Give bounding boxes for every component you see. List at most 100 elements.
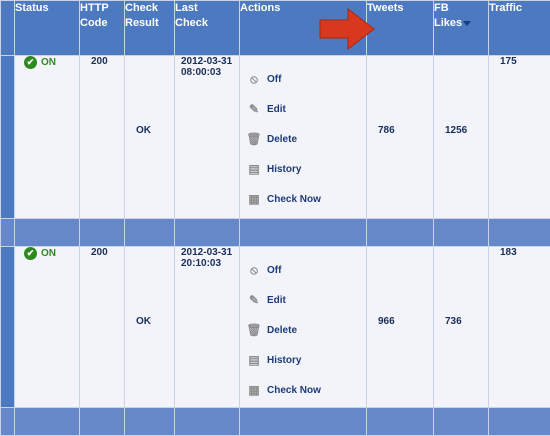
traffic-value: 175 — [500, 56, 517, 67]
header-actions-label: Actions — [240, 2, 280, 14]
header-http-code[interactable]: HTTPCode — [80, 1, 125, 56]
actions-cell: ⦸ Off ✎ Edit 🗑 Delete ▤History ▦Check Now — [240, 247, 367, 408]
check-now-label: Check Now — [267, 194, 321, 205]
header-fb-likes-line2: Likes — [434, 17, 462, 29]
tweets-cell: 786 — [367, 56, 434, 219]
header-edge — [1, 1, 15, 56]
separator-cell — [489, 408, 550, 436]
header-traffic[interactable]: Traffic — [489, 1, 550, 56]
separator-cell — [175, 219, 240, 247]
http-code-value: 200 — [91, 56, 108, 67]
history-label: History — [267, 164, 301, 175]
table-row: ✔ON 200 OK 2012-03-3120:10:03 ⦸ Off ✎ Edit… — [1, 247, 550, 408]
separator-cell — [1, 219, 15, 247]
status-cell: ✔ON — [15, 247, 80, 408]
last-check-time: 20:10:03 — [181, 258, 221, 269]
http-code-value: 200 — [91, 247, 108, 258]
check-now-action[interactable]: ▦ Check Now — [247, 184, 366, 214]
fb-likes-value: 1256 — [434, 56, 488, 136]
tweets-value: 966 — [367, 247, 433, 327]
disable-icon: ⦸ — [247, 72, 261, 86]
status-label: ON — [41, 57, 56, 68]
history-label: History — [267, 355, 301, 366]
check-result-value: OK — [136, 316, 151, 327]
last-check-time: 08:00:03 — [181, 67, 221, 78]
history-action[interactable]: ▤ History — [247, 154, 366, 184]
pencil-icon: ✎ — [247, 102, 261, 116]
disable-icon: ⦸ — [247, 263, 261, 277]
header-check-result-line2: Result — [125, 16, 174, 31]
separator-cell — [125, 408, 175, 436]
check-now-action[interactable]: ▦Check Now — [247, 375, 366, 405]
traffic-cell: 183 — [489, 247, 550, 408]
last-check-cell: 2012-03-3120:10:03 — [175, 247, 240, 408]
http-code-cell: 200 — [80, 247, 125, 408]
tweets-cell: 966 — [367, 247, 434, 408]
traffic-value: 183 — [500, 247, 517, 258]
header-fb-likes[interactable]: FBLikes — [434, 1, 489, 56]
header-http-code-line1: HTTP — [80, 1, 124, 16]
header-last-check[interactable]: LastCheck — [175, 1, 240, 56]
separator-cell — [240, 408, 367, 436]
callout-arrow-icon — [318, 5, 378, 53]
fb-likes-value: 736 — [434, 247, 488, 327]
separator-cell — [240, 219, 367, 247]
separator-cell — [15, 219, 80, 247]
edit-label: Edit — [267, 295, 286, 306]
table-row: ✔ ON 200 OK 2012-03-3108:00:03 ⦸ Off ✎Edit… — [1, 56, 550, 219]
status-badge[interactable]: ✔ ON — [24, 56, 56, 69]
history-action[interactable]: ▤History — [247, 345, 366, 375]
edit-action[interactable]: ✎ Edit — [247, 285, 366, 315]
delete-action[interactable]: 🗑 Delete — [247, 315, 366, 345]
last-check-cell: 2012-03-3108:00:03 — [175, 56, 240, 219]
header-check-result-line1: Check — [125, 1, 174, 16]
history-icon: ▤ — [247, 162, 261, 176]
status-badge[interactable]: ✔ON — [24, 247, 56, 260]
sort-desc-icon[interactable] — [463, 21, 471, 26]
status-label: ON — [41, 248, 56, 259]
check-result-cell: OK — [125, 247, 175, 408]
trash-icon: 🗑 — [247, 132, 261, 146]
separator-cell — [1, 408, 15, 436]
off-label: Off — [267, 74, 281, 85]
edit-action[interactable]: ✎Edit — [247, 94, 366, 124]
pencil-icon: ✎ — [247, 293, 261, 307]
separator-cell — [125, 219, 175, 247]
separator-cell — [80, 219, 125, 247]
separator-row — [1, 408, 550, 436]
sites-table: Status HTTPCode CheckResult LastCheck Ac… — [0, 0, 550, 436]
separator-cell — [80, 408, 125, 436]
fb-likes-cell: 736 — [434, 247, 489, 408]
header-row: Status HTTPCode CheckResult LastCheck Ac… — [1, 1, 550, 56]
separator-cell — [175, 408, 240, 436]
delete-label: Delete — [267, 134, 297, 145]
separator-row — [1, 219, 550, 247]
off-action[interactable]: ⦸ Off — [247, 64, 366, 94]
last-check-date: 2012-03-31 — [181, 56, 232, 67]
header-last-check-line1: Last — [175, 1, 239, 16]
row-edge — [1, 56, 15, 219]
status-cell: ✔ ON — [15, 56, 80, 219]
off-action[interactable]: ⦸ Off — [247, 255, 366, 285]
check-result-cell: OK — [125, 56, 175, 219]
check-icon: ✔ — [24, 56, 37, 69]
trash-icon: 🗑 — [247, 323, 261, 337]
separator-cell — [367, 219, 434, 247]
fb-likes-cell: 1256 — [434, 56, 489, 219]
header-traffic-label: Traffic — [489, 2, 522, 14]
chart-icon: ▦ — [247, 192, 261, 206]
chart-icon: ▦ — [247, 383, 261, 397]
separator-cell — [434, 408, 489, 436]
delete-action[interactable]: 🗑 Delete — [247, 124, 366, 154]
off-label: Off — [267, 265, 281, 276]
header-status[interactable]: Status — [15, 1, 80, 56]
check-result-value: OK — [136, 125, 151, 136]
separator-cell — [15, 408, 80, 436]
header-last-check-line2: Check — [175, 16, 239, 31]
delete-label: Delete — [267, 325, 297, 336]
separator-cell — [434, 219, 489, 247]
header-fb-likes-line2-wrap: Likes — [434, 16, 488, 31]
separator-cell — [489, 219, 550, 247]
actions-cell: ⦸ Off ✎Edit 🗑 Delete ▤ History ▦ Check Now — [240, 56, 367, 219]
header-check-result[interactable]: CheckResult — [125, 1, 175, 56]
